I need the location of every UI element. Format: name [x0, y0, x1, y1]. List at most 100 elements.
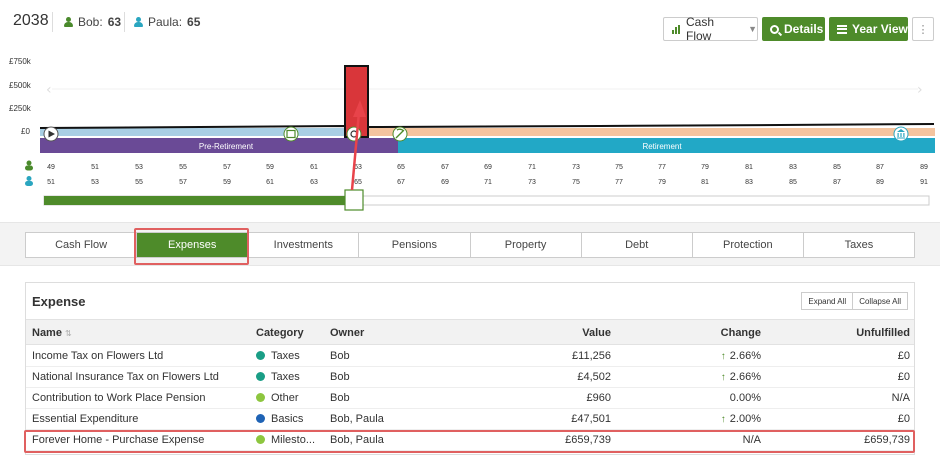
table-row[interactable]: Income Tax on Flowers Ltd Taxes Bob £11,256…: [26, 346, 914, 367]
table-row[interactable]: Essential Expenditure Basics Bob, Paula £47…: [26, 409, 914, 430]
table-row[interactable]: National Insurance Tax on Flowers Ltd Tax…: [26, 367, 914, 388]
expense-unfulfilled: £0: [897, 350, 910, 362]
age-tick-label: 75: [615, 164, 623, 171]
age-tick-label: 59: [223, 179, 231, 186]
section-tabs: Cash Flow Expenses Investments Pensions …: [25, 232, 915, 258]
pre-retirement-cashflow: [40, 128, 345, 136]
tab-taxes[interactable]: Taxes: [804, 233, 914, 257]
table-row[interactable]: Contribution to Work Place Pension Other B…: [26, 388, 914, 409]
more-options-button[interactable]: ⋮: [912, 17, 934, 41]
search-icon: [770, 24, 779, 34]
tab-property[interactable]: Property: [471, 233, 582, 257]
expense-name: National Insurance Tax on Flowers Ltd: [32, 371, 219, 383]
tab-pensions[interactable]: Pensions: [359, 233, 471, 257]
view-select-label: Cash Flow: [686, 15, 715, 43]
column-header-change: Change: [720, 327, 761, 339]
age-tick-label: 51: [91, 164, 99, 171]
scroll-left-icon[interactable]: ‹: [46, 82, 52, 98]
expense-name: Income Tax on Flowers Ltd: [32, 350, 164, 362]
table-row[interactable]: Forever Home - Purchase Expense Milesto..…: [26, 430, 914, 451]
age-tick-label: 75: [572, 179, 580, 186]
age-tick-label: 63: [310, 179, 318, 186]
retirement-cashflow: [368, 128, 935, 136]
expense-change: N/A: [676, 434, 761, 446]
age-tick-label: 69: [484, 164, 492, 171]
header-name-label: Name: [32, 327, 62, 339]
age-tick-label: 85: [833, 164, 841, 171]
year-view-label: Year View: [852, 22, 908, 36]
expense-change: 0.00%: [676, 392, 761, 404]
age-tick-label: 49: [47, 164, 55, 171]
category-dot-icon: [256, 435, 265, 444]
column-header-unfulfilled: Unfulfilled: [856, 327, 910, 339]
age-tick-label: 91: [920, 179, 928, 186]
expense-category: Taxes: [256, 350, 300, 362]
timeline-progress: [44, 196, 345, 205]
home-milestone-icon[interactable]: [346, 126, 362, 142]
expense-value: £659,739: [565, 434, 611, 446]
net-worth-line: [39, 123, 935, 129]
expense-category: Milesto...: [256, 434, 315, 446]
expense-unfulfilled: £0: [897, 371, 910, 383]
tab-investments[interactable]: Investments: [248, 233, 360, 257]
tab-protection[interactable]: Protection: [693, 233, 804, 257]
cash-flow-chart[interactable]: £750k £500k £250k £0 ‹ › Pre-Retirement …: [0, 42, 940, 217]
age-tick-label: 83: [789, 164, 797, 171]
category-label: Taxes: [271, 371, 300, 383]
age-tick-label: 89: [920, 164, 928, 171]
tab-debt[interactable]: Debt: [582, 233, 693, 257]
expense-name: Forever Home - Purchase Expense: [32, 434, 205, 446]
expense-name: Contribution to Work Place Pension: [32, 392, 206, 404]
pre-retirement-label: Pre-Retirement: [199, 142, 254, 151]
table-header: Name ⇅ Category Owner Value Change Unfulf…: [26, 319, 914, 345]
paula-age-row: 51 53 55 57 59 61 63 65 67 69 71 73 75 77 79 81 83 85 87 89…: [47, 179, 928, 186]
panel-title: Expense: [32, 294, 86, 309]
age-tick-label: 57: [223, 164, 231, 171]
category-label: Taxes: [271, 350, 300, 362]
arrow-up-icon: ↑: [720, 351, 726, 362]
milestone-marker-icon[interactable]: [283, 126, 299, 142]
column-header-name[interactable]: Name ⇅: [32, 327, 72, 339]
details-label: Details: [784, 22, 824, 36]
y-axis-label: £0: [21, 127, 30, 136]
expense-owner: Bob: [330, 350, 350, 362]
age-tick-label: 55: [179, 164, 187, 171]
retirement-label: Retirement: [642, 142, 682, 151]
view-select-dropdown[interactable]: Cash Flow ▼: [663, 15, 758, 43]
column-header-value: Value: [582, 327, 611, 339]
age-tick-label: 71: [484, 179, 492, 186]
collapse-all-button[interactable]: Collapse All: [853, 292, 908, 310]
tab-expenses[interactable]: Expenses: [137, 233, 249, 257]
sort-icon: ⇅: [64, 329, 72, 338]
expense-unfulfilled: £0: [897, 413, 910, 425]
age-tick-label: 71: [528, 164, 536, 171]
age-tick-label: 73: [528, 179, 536, 186]
expense-owner: Bob: [330, 371, 350, 383]
category-dot-icon: [256, 351, 265, 360]
header-divider: [52, 12, 53, 32]
y-axis-label: £500k: [9, 81, 32, 90]
details-button[interactable]: Details: [762, 17, 825, 41]
expense-panel: Expense Expand All Collapse All Name ⇅ Ca…: [25, 282, 915, 455]
person-name: Bob:: [78, 15, 103, 29]
person-age: 65: [187, 15, 201, 29]
category-dot-icon: [256, 393, 265, 402]
timeline-handle[interactable]: [344, 189, 364, 211]
expense-change: ↑ 2.66%: [676, 350, 761, 362]
age-tick-label: 61: [310, 164, 318, 171]
person-icon: [134, 16, 143, 28]
change-value: 2.00%: [729, 413, 761, 425]
y-axis-label: £250k: [9, 104, 32, 113]
year-view-button[interactable]: Year View: [829, 17, 908, 41]
paula-age-icon: [25, 176, 33, 186]
age-tick-label: 61: [266, 179, 274, 186]
scroll-right-icon[interactable]: ›: [917, 82, 923, 98]
tab-cash-flow[interactable]: Cash Flow: [26, 233, 138, 257]
expense-unfulfilled: £659,739: [864, 434, 910, 446]
age-tick-label: 67: [397, 179, 405, 186]
header-divider: [124, 12, 125, 32]
person-age: 63: [107, 15, 122, 29]
expense-owner: Bob, Paula: [330, 413, 384, 425]
age-tick-label: 73: [572, 164, 580, 171]
expand-all-button[interactable]: Expand All: [801, 292, 854, 310]
